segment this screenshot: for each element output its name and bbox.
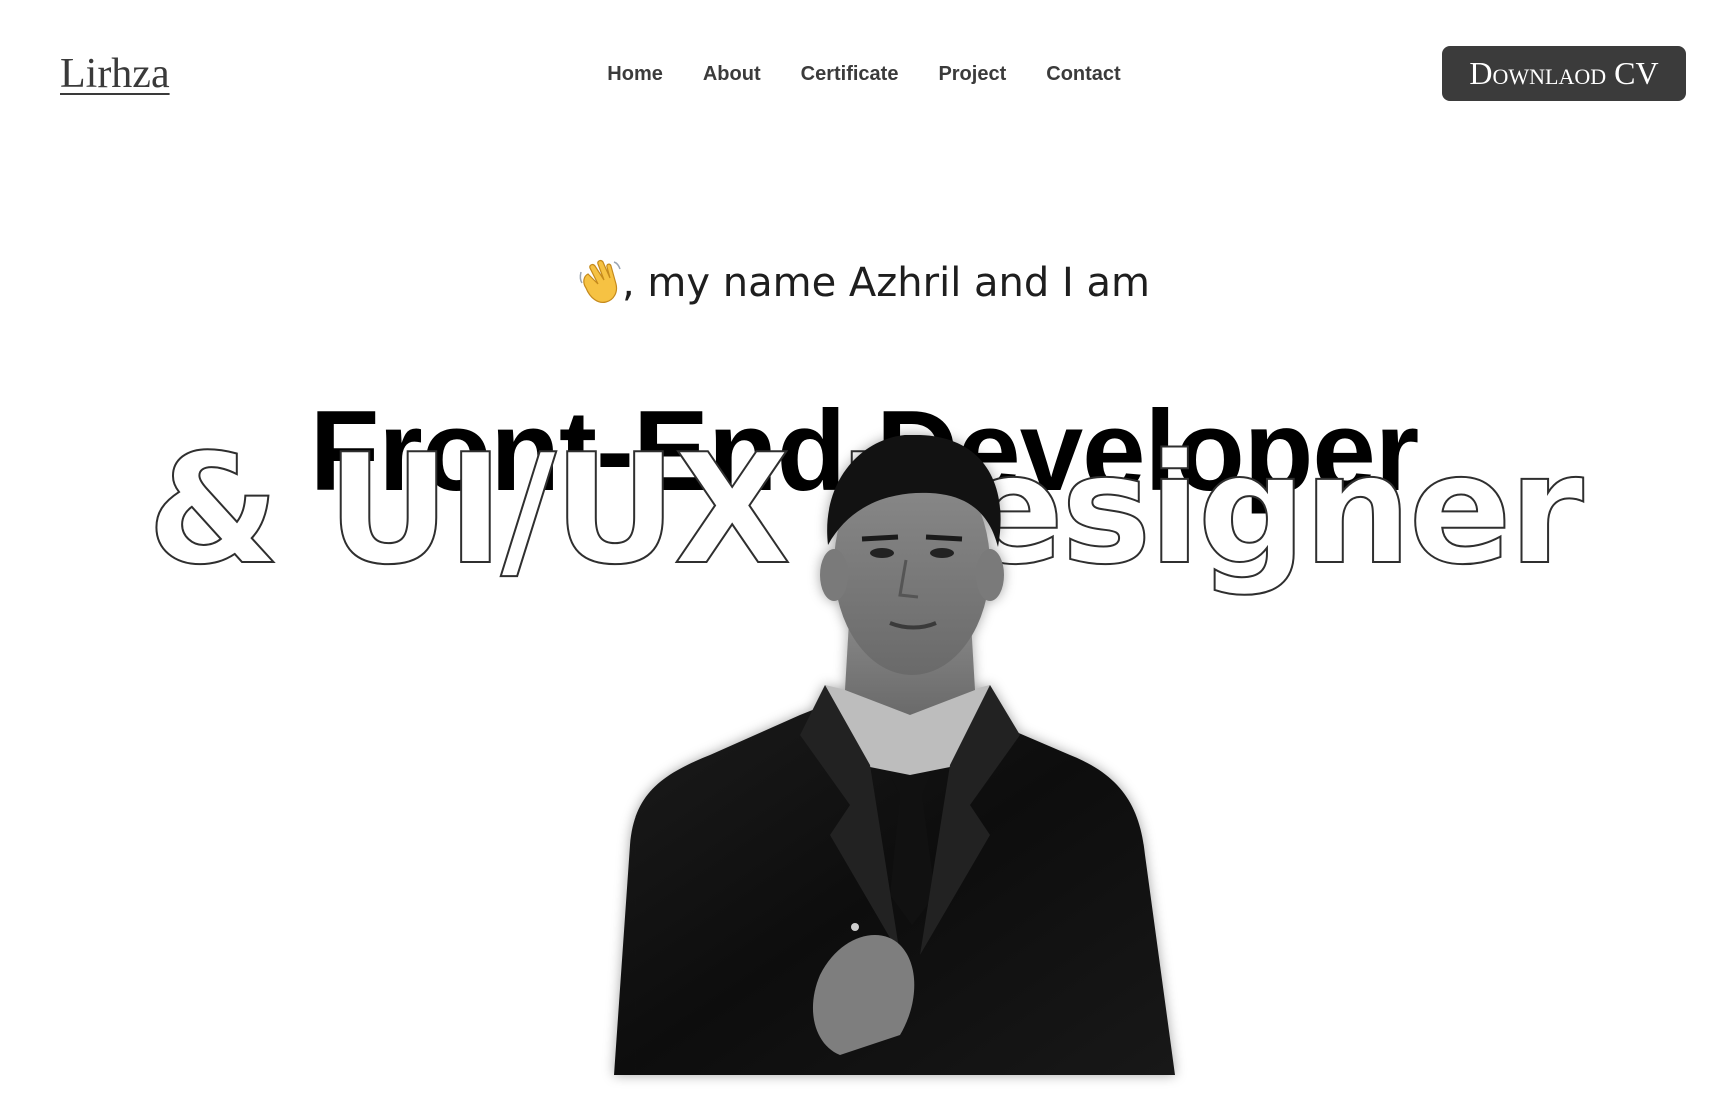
portrait-photo: [600, 434, 1220, 1075]
page: Lirhza Home About Certificate Project Co…: [0, 0, 1728, 1117]
nav-link-about[interactable]: About: [703, 60, 761, 88]
nav-link-certificate[interactable]: Certificate: [801, 60, 899, 88]
nav-link-home[interactable]: Home: [607, 60, 663, 88]
waving-hand-icon: [578, 258, 622, 304]
nav-link-contact[interactable]: Contact: [1046, 60, 1120, 88]
nav-link-project[interactable]: Project: [938, 60, 1006, 88]
download-cv-button[interactable]: Downlaod CV: [1442, 46, 1686, 101]
hero-greeting: , my name Azhril and I am: [0, 258, 1728, 308]
greeting-text: , my name Azhril and I am: [622, 260, 1150, 306]
